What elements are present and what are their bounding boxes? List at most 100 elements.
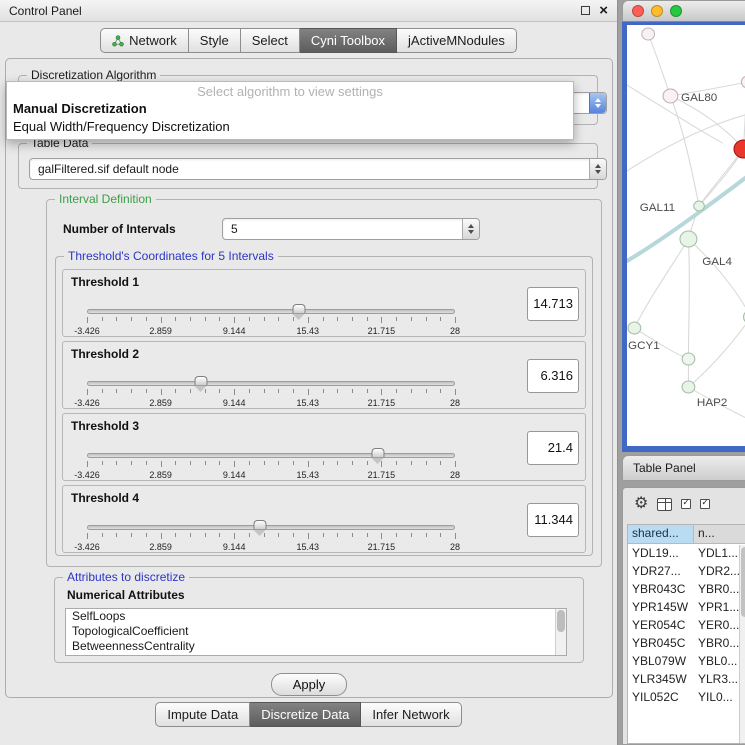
threshold-value-field[interactable]: 14.713 [527,287,579,321]
scale-label: -3.426 [74,398,100,408]
algorithm-popup: Select algorithm to view settings Manual… [6,81,574,140]
network-node[interactable] [682,381,695,393]
network-node[interactable] [734,140,745,158]
tab-select[interactable]: Select [241,28,300,53]
scale-label: 21.715 [368,326,396,336]
table-scrollbar[interactable] [739,545,745,743]
threshold-label: Threshold 1 [71,275,139,289]
table-row[interactable]: YER054CYER0... [628,616,745,634]
close-traffic-light-icon[interactable] [632,5,644,17]
zoom-traffic-light-icon[interactable] [670,5,682,17]
threshold-value-field[interactable]: 21.4 [527,431,579,465]
attributes-group: Attributes to discretize Numerical Attri… [54,577,584,663]
algorithm-options: Manual DiscretizationEqual Width/Frequen… [7,100,573,136]
network-node[interactable] [741,76,745,88]
network-node[interactable] [663,89,678,103]
tab-jactivemnodules[interactable]: jActiveMNodules [397,28,517,53]
table-header-row: shared... n... [628,525,745,544]
table-scrollbar-thumb[interactable] [741,547,745,617]
network-node[interactable] [682,353,695,365]
network-canvas-frame: GAL80GAL11GAL4GCY1HAP2 [622,22,745,452]
table-columns-icon[interactable] [657,498,672,511]
num-intervals-combobox[interactable]: 5 [222,218,480,240]
tab-discretize-data[interactable]: Discretize Data [250,702,361,727]
tab-label: Network [129,33,177,48]
minimize-traffic-light-icon[interactable] [651,5,663,17]
slider-thumb-icon[interactable] [293,304,306,313]
numerical-attribute-item[interactable]: BetweennessCentrality [66,639,566,654]
column-header-shared-name[interactable]: shared... [628,525,694,543]
table-row[interactable]: YPR145WYPR1... [628,598,745,616]
threshold-slider[interactable]: -3.4262.8599.14415.4321.71528 [87,520,455,552]
cyni-toolbox-panel: Discretization Algorithm Select algorith… [5,58,613,698]
network-node[interactable] [642,28,655,40]
apply-button[interactable]: Apply [271,673,347,696]
threshold-slider[interactable]: -3.4262.8599.14415.4321.71528 [87,376,455,408]
network-window-titlebar [622,0,745,22]
network-node[interactable] [680,231,697,247]
numerical-attribute-item[interactable]: TopologicalCoefficient [66,624,566,639]
tab-impute-data[interactable]: Impute Data [155,702,250,727]
node-table: shared... n... YDL19...YDL1...YDR27...YD… [627,524,745,744]
panel-title: Control Panel [9,4,581,18]
table-row[interactable]: YDL19...YDL1... [628,544,745,562]
table-cell: YPR145W [628,598,694,616]
threshold-label: Threshold 3 [71,419,139,433]
tab-style[interactable]: Style [189,28,241,53]
network-node[interactable] [628,322,641,334]
scale-label: 15.43 [297,542,320,552]
interval-definition-group: Interval Definition Number of Intervals … [46,199,602,567]
table-row[interactable]: YBL079WYBL0... [628,652,745,670]
slider-thumb-icon[interactable] [371,448,384,457]
table-cell: YBL079W [628,652,694,670]
float-window-icon[interactable] [581,6,590,15]
tab-network[interactable]: Network [100,28,189,53]
bottom-tabs: Impute DataDiscretize DataInfer Network [0,702,617,727]
group-title-algorithm: Discretization Algorithm [27,68,160,82]
slider-ticks [87,389,455,397]
scale-label: 21.715 [368,398,396,408]
table-row[interactable]: YBR043CYBR0... [628,580,745,598]
table-data-combobox[interactable]: galFiltered.sif default node [29,158,607,180]
column-header-name[interactable]: n... [694,525,745,543]
table-cell: YER054C [628,616,694,634]
tab-infer-network[interactable]: Infer Network [361,702,461,727]
table-cell: YDL1... [694,544,745,562]
numerical-attributes-label: Numerical Attributes [67,588,185,602]
threshold-slider[interactable]: -3.4262.8599.14415.4321.71528 [87,448,455,480]
table-row[interactable]: YIL052CYIL0... [628,688,745,706]
table-row[interactable]: YLR345WYLR3... [628,670,745,688]
tab-label: Select [252,33,288,48]
scale-label: 2.859 [149,542,172,552]
table-row[interactable]: YBR045CYBR0... [628,634,745,652]
scale-label: 9.144 [223,470,246,480]
algorithm-option[interactable]: Manual Discretization [7,100,573,118]
slider-thumb-icon[interactable] [195,376,208,385]
table-data-combobox-value: galFiltered.sif default node [38,162,179,176]
table-cell: YDR27... [628,562,694,580]
checkbox-icon[interactable] [681,499,691,509]
gear-icon[interactable]: ⚙ [634,496,648,512]
close-icon[interactable]: × [599,3,608,18]
tab-label: jActiveMNodules [408,33,505,48]
algorithm-option[interactable]: Equal Width/Frequency Discretization [7,118,573,136]
tab-cyni-toolbox[interactable]: Cyni Toolbox [300,28,397,53]
numerical-attribute-item[interactable]: SelfLoops [66,609,566,624]
table-rows: YDL19...YDL1...YDR27...YDR2...YBR043CYBR… [628,544,745,706]
list-scrollbar-thumb[interactable] [557,610,565,632]
slider-thumb-icon[interactable] [253,520,266,529]
network-canvas[interactable]: GAL80GAL11GAL4GCY1HAP2 [627,25,745,446]
threshold-value-field[interactable]: 6.316 [527,359,579,393]
network-node[interactable] [694,201,705,211]
table-row[interactable]: YDR27...YDR2... [628,562,745,580]
scale-label: 28 [450,326,460,336]
table-cell: YBR045C [628,634,694,652]
threshold-slider[interactable]: -3.4262.8599.14415.4321.71528 [87,304,455,336]
threshold-value-field[interactable]: 11.344 [527,503,579,537]
table-cell: YLR345W [628,670,694,688]
list-scrollbar[interactable] [555,609,566,655]
checkbox-icon[interactable] [700,499,710,509]
table-cell: YBR0... [694,634,745,652]
slider-ticks [87,317,455,325]
table-cell: YBR043C [628,580,694,598]
